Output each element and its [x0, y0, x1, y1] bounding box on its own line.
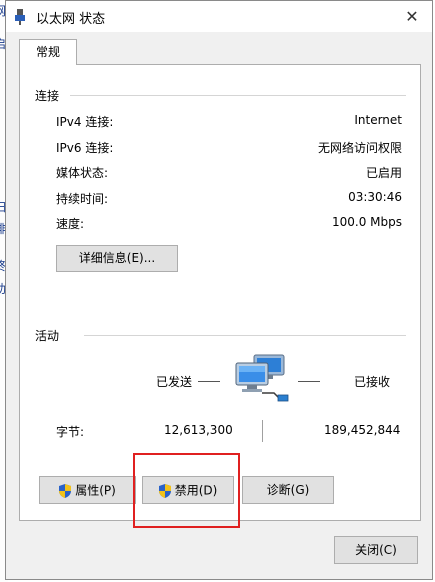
- received-label: 已接收: [354, 375, 391, 389]
- connection-group-divider: [70, 95, 406, 96]
- diagnose-button[interactable]: 诊断(G): [242, 476, 334, 504]
- close-window-button[interactable]: ✕: [402, 7, 422, 27]
- details-button[interactable]: 详细信息(E)...: [56, 245, 178, 272]
- bytes-received-value: 189,452,844: [324, 423, 401, 437]
- bytes-sent-value: 12,613,300: [164, 423, 233, 437]
- connection-group-title: 连接: [35, 87, 64, 104]
- sent-label: 已发送: [156, 375, 193, 389]
- ipv6-label: IPv6 连接:: [56, 141, 114, 155]
- bytes-label: 字节:: [56, 425, 85, 439]
- bytes-separator: [262, 420, 263, 442]
- activity-group-title: 活动: [35, 327, 64, 344]
- duration-label: 持续时间:: [56, 192, 109, 206]
- media-state-label: 媒体状态:: [56, 166, 109, 180]
- window-title: 以太网 状态: [36, 12, 106, 27]
- disable-highlight-box: [133, 453, 240, 528]
- sent-line: [198, 381, 220, 382]
- ipv6-value: 无网络访问权限: [317, 141, 402, 155]
- title-bar[interactable]: 以太网 状态 ✕: [6, 1, 432, 32]
- uac-shield-icon: [59, 483, 72, 498]
- properties-button-label: 属性(P): [75, 483, 116, 498]
- ipv4-value: Internet: [354, 113, 402, 127]
- properties-button[interactable]: 属性(P): [39, 476, 136, 504]
- network-computers-icon: [235, 354, 289, 402]
- received-line: [298, 381, 320, 382]
- ethernet-plug-icon: [15, 9, 25, 25]
- activity-group-divider: [84, 335, 406, 336]
- ipv4-label: IPv4 连接:: [56, 115, 114, 129]
- close-button[interactable]: 关闭(C): [334, 536, 418, 564]
- speed-label: 速度:: [56, 217, 85, 231]
- media-state-value: 已启用: [365, 166, 402, 180]
- duration-value: 03:30:46: [348, 190, 402, 204]
- speed-value: 100.0 Mbps: [331, 215, 402, 229]
- tab-general[interactable]: 常规: [19, 39, 77, 65]
